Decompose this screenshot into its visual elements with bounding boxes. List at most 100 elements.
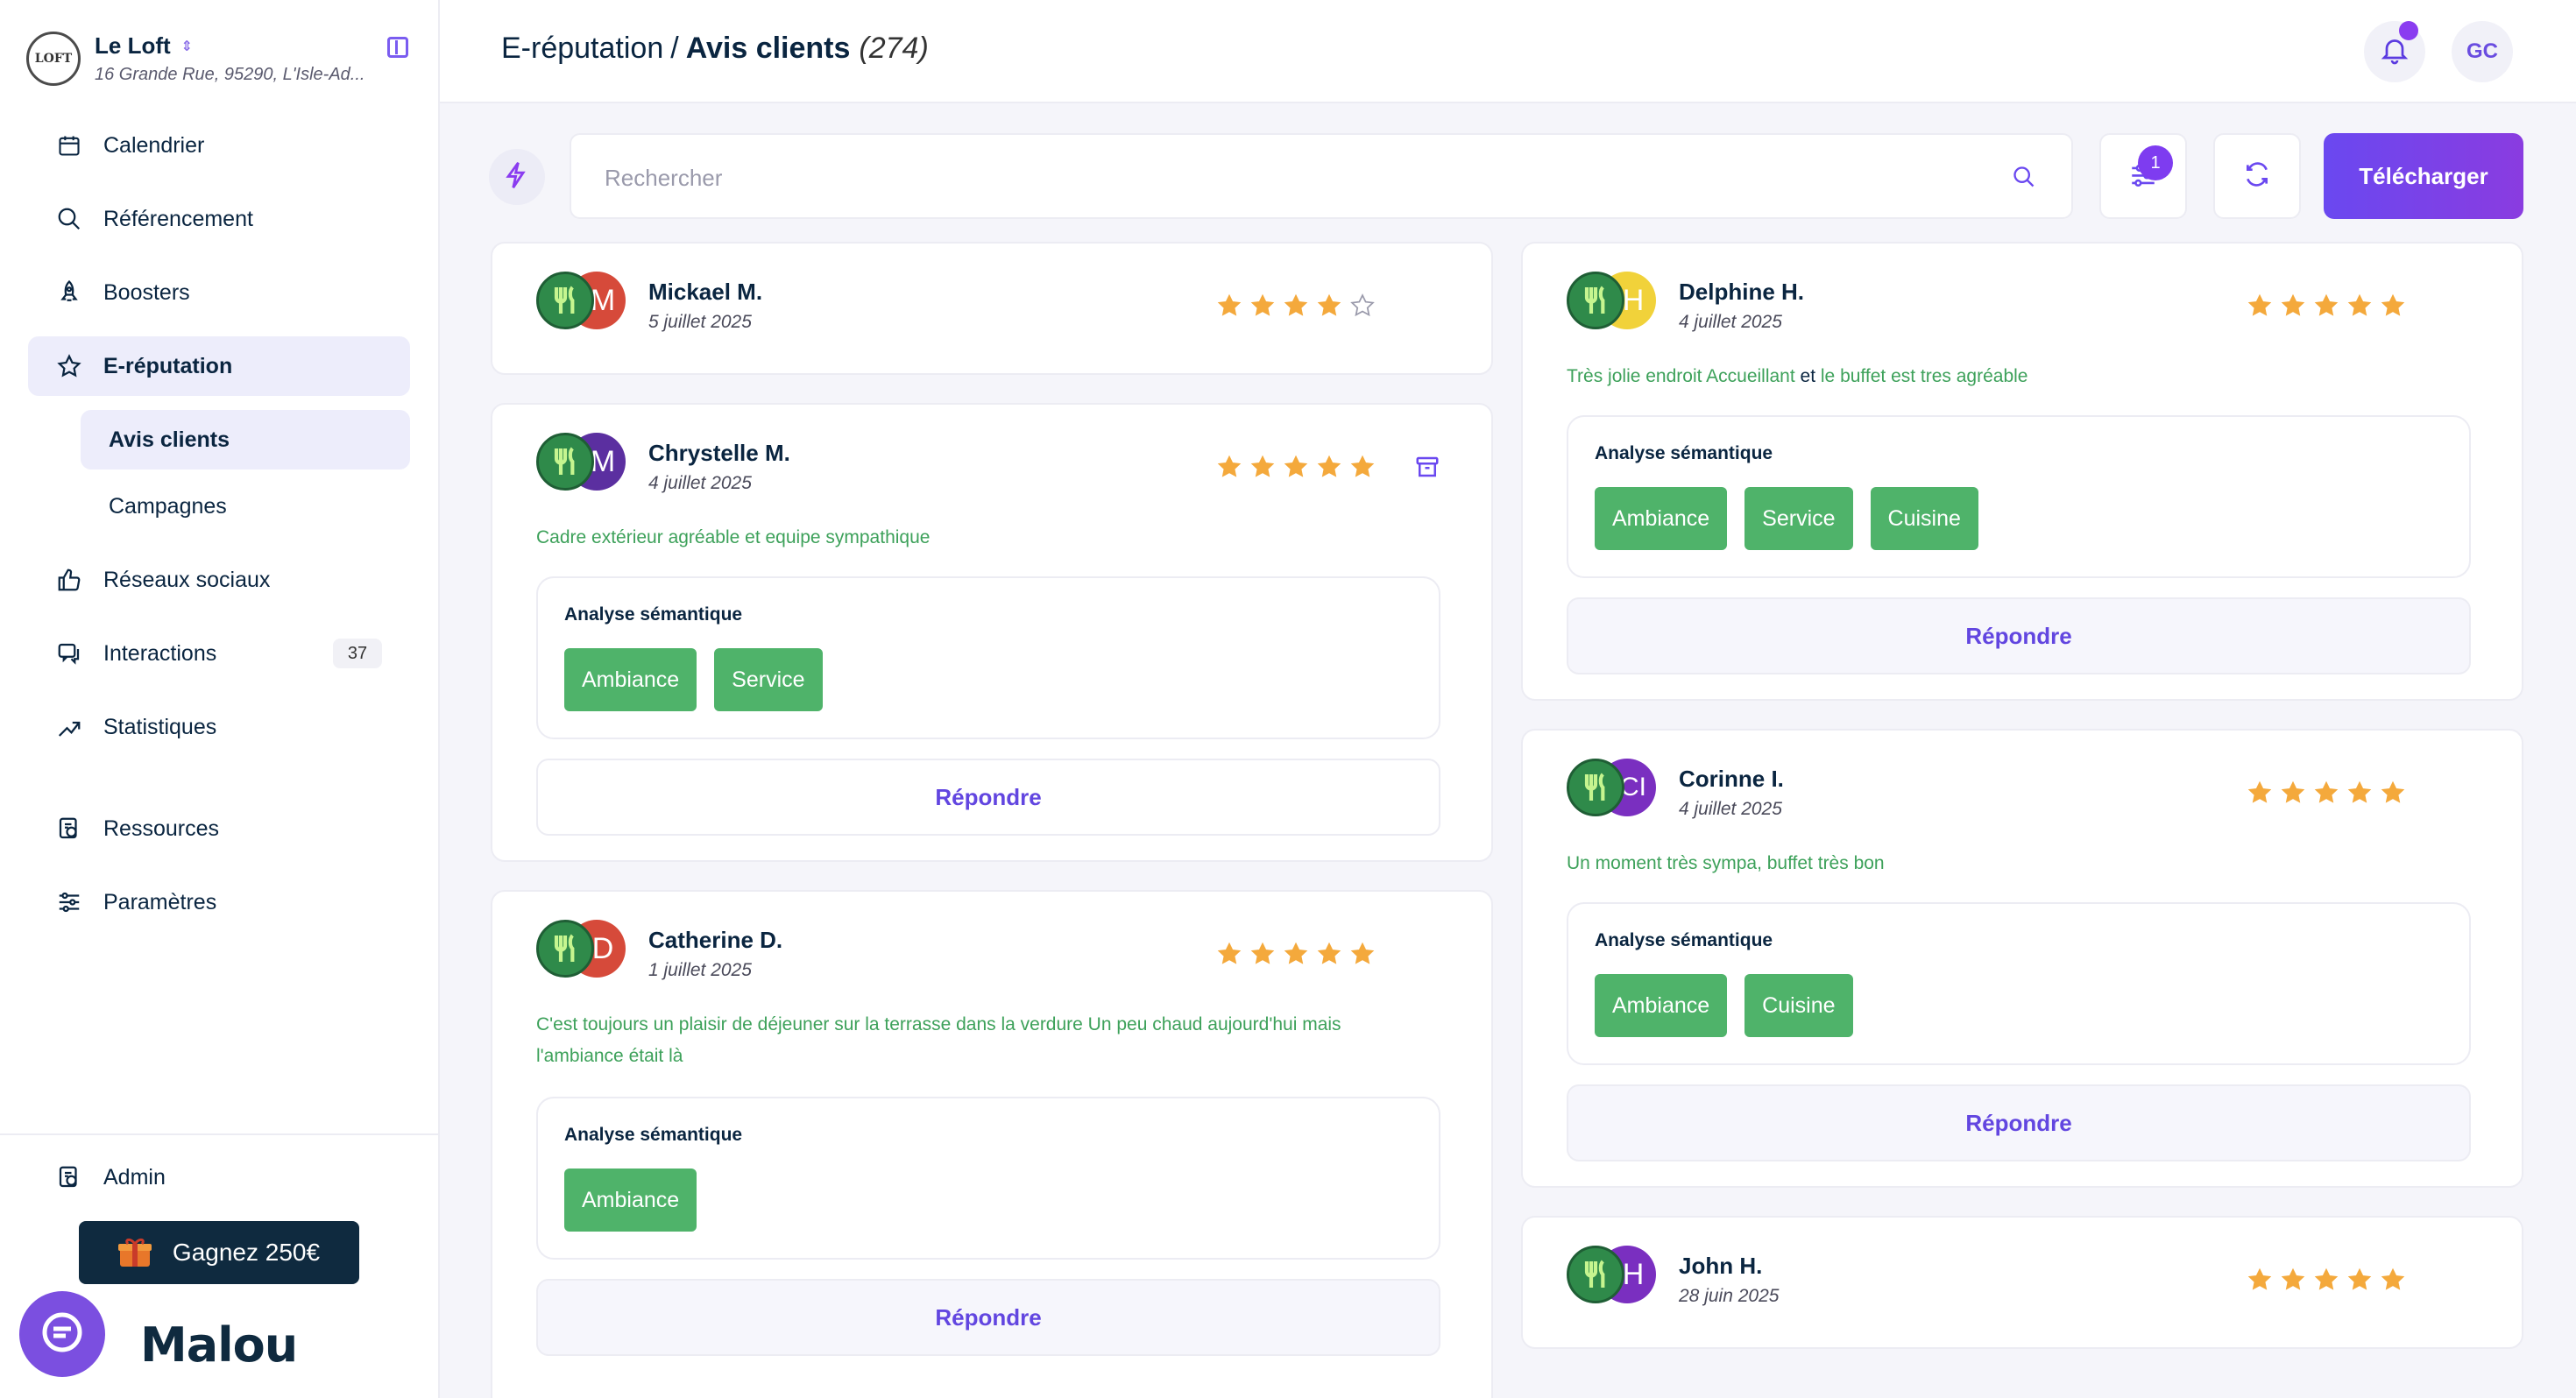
review-text: C'est toujours un plaisir de déjeuner su… — [536, 1009, 1341, 1072]
restaurant-platform-icon — [1567, 759, 1624, 816]
review-rating — [1216, 941, 1383, 967]
review-avatars: H — [1567, 272, 1656, 335]
breadcrumb: E-réputation / Avis clients (274) — [501, 32, 929, 66]
review-text-segment: le buffet est tres agréable — [1820, 366, 2028, 386]
star-filled-icon — [1350, 942, 1375, 964]
reviewer-name: Delphine H. — [1679, 279, 1805, 305]
sidebar-subitem-campagnes[interactable]: Campagnes — [81, 477, 410, 536]
star-filled-icon — [2347, 780, 2372, 803]
resources-icon — [54, 814, 84, 844]
sidebar-subitem-label: Campagnes — [109, 493, 227, 519]
bolt-icon — [502, 160, 532, 194]
semantic-analysis: Analyse sémantique Ambiance — [536, 1097, 1440, 1260]
sidebar-item-label: Statistiques — [103, 714, 217, 739]
semantic-analysis-title: Analyse sémantique — [564, 604, 743, 625]
breadcrumb-section[interactable]: E-réputation — [501, 32, 663, 65]
star-filled-icon — [2314, 293, 2339, 316]
reply-button[interactable]: Répondre — [1567, 1084, 2471, 1161]
sidebar-item-e-reputation[interactable]: E-réputation — [28, 336, 410, 396]
collapse-sidebar-icon[interactable] — [387, 37, 408, 58]
restaurant-platform-icon — [536, 433, 594, 491]
sidebar-item-ressources[interactable]: Ressources — [28, 799, 410, 858]
switch-restaurant-icon[interactable]: ⇕ — [181, 38, 193, 55]
semantic-tag[interactable]: Service — [1744, 487, 1853, 550]
restaurant-platform-icon — [536, 920, 594, 978]
top-bar: E-réputation / Avis clients (274) GC — [440, 0, 2576, 103]
search-input[interactable] — [605, 158, 1919, 198]
review-text: Très jolie endroit Accueillant et le buf… — [1567, 361, 2028, 392]
gift-label: Gagnez 250€ — [172, 1239, 321, 1266]
filter-count-badge: 1 — [2138, 145, 2173, 180]
filters-button[interactable]: 1 — [2099, 133, 2187, 219]
malou-logo-text: Malou — [140, 1317, 298, 1373]
breadcrumb-separator: / — [670, 32, 679, 65]
semantic-tag[interactable]: Ambiance — [1595, 974, 1728, 1037]
malou-logo: Malou — [140, 1317, 298, 1373]
sidebar-item-statistiques[interactable]: Statistiques — [28, 697, 410, 757]
reply-button[interactable]: Répondre — [1567, 597, 2471, 674]
sidebar-subitem-avis-clients[interactable]: Avis clients — [81, 410, 410, 470]
restaurant-logo-text: LOFT — [34, 52, 73, 66]
restaurant-platform-icon — [1567, 1246, 1624, 1303]
admin-icon — [54, 1162, 84, 1192]
review-date: 4 juillet 2025 — [1679, 312, 1782, 332]
review-text-line: C'est toujours un plaisir de déjeuner su… — [536, 1014, 1341, 1034]
review-rating — [1216, 454, 1383, 480]
semantic-tag[interactable]: Service — [714, 648, 823, 711]
review-card: H Delphine H. 4 juillet 2025 Très jolie … — [1521, 242, 2523, 701]
sidebar-item-label: E-réputation — [103, 353, 233, 378]
star-filled-icon — [2281, 780, 2305, 803]
search-icon[interactable] — [2012, 165, 2036, 194]
notifications-button[interactable] — [2364, 21, 2425, 82]
reply-button[interactable]: Répondre — [536, 759, 1440, 836]
star-filled-icon — [1284, 942, 1308, 964]
semantic-tag[interactable]: Ambiance — [564, 1169, 697, 1232]
reviews-count: (274) — [859, 32, 929, 65]
star-icon — [54, 351, 84, 381]
star-empty-icon — [1350, 293, 1375, 317]
sidebar-item-boosters[interactable]: Boosters — [28, 263, 410, 322]
semantic-tag[interactable]: Cuisine — [1744, 974, 1853, 1037]
refresh-button[interactable] — [2213, 133, 2301, 219]
review-avatars: D — [536, 920, 626, 983]
reply-button[interactable]: Répondre — [536, 1279, 1440, 1356]
sidebar-item-label: Calendrier — [103, 132, 205, 158]
sidebar-item-calendrier[interactable]: Calendrier — [28, 116, 410, 175]
sidebar-item-reseaux-sociaux[interactable]: Réseaux sociaux — [28, 550, 410, 610]
gift-icon — [117, 1237, 152, 1268]
search-bar — [570, 133, 2073, 219]
archive-icon[interactable] — [1414, 454, 1440, 484]
review-date: 4 juillet 2025 — [1679, 799, 1782, 819]
review-date: 1 juillet 2025 — [648, 960, 752, 980]
download-button[interactable]: Télécharger — [2324, 133, 2523, 219]
interactions-count-badge: 37 — [333, 639, 382, 668]
user-avatar[interactable]: GC — [2452, 21, 2513, 82]
restaurant-logo: LOFT — [26, 32, 81, 86]
sidebar-item-parametres[interactable]: Paramètres — [28, 872, 410, 932]
sidebar-item-admin[interactable]: Admin — [28, 1147, 410, 1207]
star-filled-icon — [1317, 293, 1341, 316]
restaurant-selector[interactable]: LOFT Le Loft ⇕ 16 Grande Rue, 95290, L'Is… — [26, 28, 412, 89]
review-date: 4 juillet 2025 — [648, 473, 752, 493]
review-text-segment: et — [1800, 366, 1816, 386]
semantic-analysis: Analyse sémantique Ambiance Service — [536, 576, 1440, 739]
sidebar-item-referencement[interactable]: Référencement — [28, 189, 410, 249]
semantic-tag[interactable]: Ambiance — [1595, 487, 1728, 550]
support-chat-button[interactable] — [19, 1291, 105, 1377]
semantic-tags: Ambiance Cuisine — [1595, 974, 1871, 1037]
trend-icon — [54, 712, 84, 742]
reviewer-name: Chrystelle M. — [648, 440, 790, 466]
ai-settings-button[interactable] — [489, 149, 545, 205]
star-filled-icon — [1250, 293, 1275, 316]
semantic-tag[interactable]: Ambiance — [564, 648, 697, 711]
star-filled-icon — [2314, 780, 2339, 803]
semantic-analysis-title: Analyse sémantique — [1595, 930, 1773, 950]
reviewer-name: Catherine D. — [648, 927, 783, 953]
sidebar-item-label: Boosters — [103, 279, 190, 305]
semantic-tag[interactable]: Cuisine — [1870, 487, 1978, 550]
star-filled-icon — [2314, 1267, 2339, 1290]
star-filled-icon — [1217, 455, 1242, 477]
sidebar-item-interactions[interactable]: Interactions 37 — [28, 624, 410, 683]
semantic-tags: Ambiance — [564, 1169, 714, 1232]
referral-gift-button[interactable]: Gagnez 250€ — [79, 1221, 359, 1284]
